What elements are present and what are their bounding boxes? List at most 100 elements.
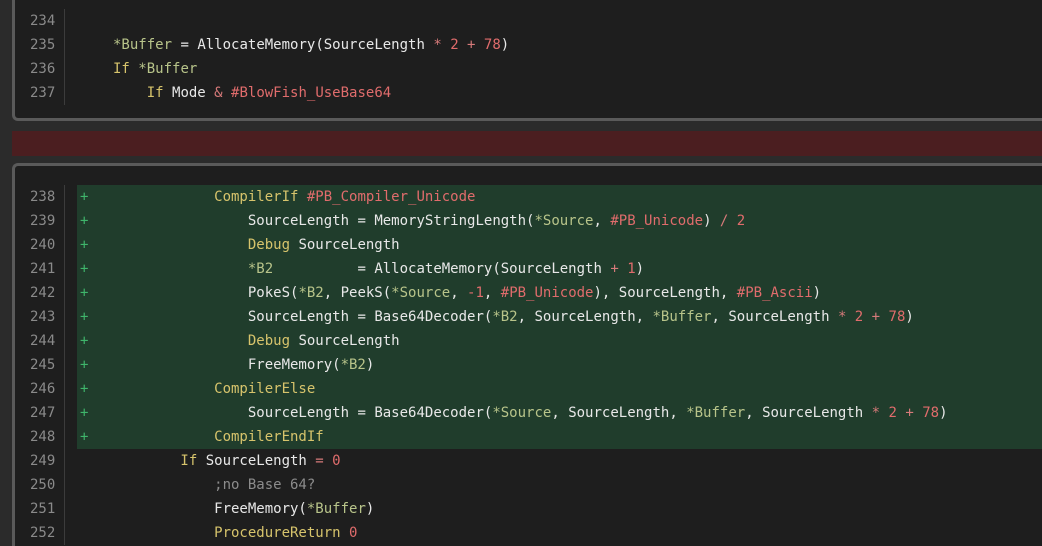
line-number: 235	[15, 33, 65, 57]
code-token: *B2	[340, 357, 366, 373]
code-token: -1	[467, 285, 484, 301]
code-line[interactable]: 234	[15, 9, 1042, 33]
code-token: , PeekS(	[323, 285, 392, 301]
code-token: If	[113, 61, 139, 77]
code-token: SourceLength	[323, 37, 434, 53]
code-token: FreeMemory(	[113, 357, 341, 373]
code-token: Base64Decoder(	[374, 309, 493, 325]
code-token: ), SourceLength,	[593, 285, 737, 301]
line-code: FreeMemory(*B2)	[113, 353, 374, 377]
code-token: ProcedureReturn	[113, 525, 350, 541]
code-line[interactable]: 243 + SourceLength = Base64Decoder(*B2, S…	[15, 305, 1042, 329]
code-token: AllocateMemory(	[197, 37, 324, 53]
code-token: SourceLength	[113, 213, 350, 229]
context-line: FreeMemory(*Buffer)	[77, 497, 1042, 521]
code-line[interactable]: 240 + Debug SourceLength	[15, 233, 1042, 257]
diff-hunk-bottom: 238 + CompilerIf #PB_Compiler_Unicode 239 +…	[12, 163, 1042, 546]
added-line-highlight: + Debug SourceLength	[77, 233, 1042, 257]
code-line[interactable]: 239 + SourceLength = MemoryStringLength(*…	[15, 209, 1042, 233]
code-token: #PB_Unicode	[610, 213, 704, 229]
line-code: Debug SourceLength	[113, 329, 400, 353]
code-token: )	[365, 357, 375, 373]
code-token: *Buffer	[652, 309, 712, 325]
removed-line[interactable]: - SourceLength = Base64Decoder(*Source, …	[12, 131, 1042, 201]
code-token: =	[349, 405, 375, 421]
line-code: If *Buffer	[113, 57, 197, 81]
line-code: CompilerIf #PB_Compiler_Unicode	[113, 185, 475, 209]
code-line[interactable]: 250 ;no Base 64?	[15, 473, 1042, 497]
code-token: , SourceLength,	[517, 309, 653, 325]
code-token: *	[433, 37, 451, 53]
added-line-highlight: + CompilerElse	[77, 377, 1042, 401]
code-token: #BlowFish_UseBase64	[231, 85, 392, 101]
code-token: *B2	[492, 309, 518, 325]
line-code: If SourceLength = 0	[113, 449, 340, 473]
code-token: , SourceLength,	[551, 405, 687, 421]
code-line[interactable]: 242 + PokeS(*B2, PeekS(*Source, -1, #PB_U…	[15, 281, 1042, 305]
code-token: 78	[888, 309, 906, 325]
code-token: =	[315, 453, 333, 469]
added-marker: +	[80, 285, 89, 301]
code-token: =	[349, 309, 375, 325]
code-token: )	[365, 501, 375, 517]
added-line-highlight: + SourceLength = MemoryStringLength(*Sou…	[77, 209, 1042, 233]
code-token: CompilerElse	[113, 381, 316, 397]
line-number: 246	[15, 377, 65, 401]
line-code: *Buffer = AllocateMemory(SourceLength * …	[113, 33, 509, 57]
code-token: #PB_Ascii	[736, 285, 813, 301]
code-line[interactable]: 245 + FreeMemory(*B2)	[15, 353, 1042, 377]
code-line[interactable]: 237 If Mode & #BlowFish_UseBase64	[15, 81, 1042, 105]
code-token: ,	[483, 285, 501, 301]
line-number: 236	[15, 57, 65, 81]
added-marker: +	[80, 381, 89, 397]
added-marker: +	[80, 357, 89, 373]
code-token: )	[635, 261, 645, 277]
added-line-highlight: + *B2 = AllocateMemory(SourceLength + 1)	[77, 257, 1042, 281]
added-marker: +	[80, 405, 89, 421]
code-line[interactable]: 238 + CompilerIf #PB_Compiler_Unicode	[15, 185, 1042, 209]
code-token: Debug	[113, 237, 299, 253]
code-token: , SourceLength	[745, 405, 872, 421]
code-token: +	[871, 309, 889, 325]
line-number: 241	[15, 257, 65, 281]
code-line[interactable]: 235 *Buffer = AllocateMemory(SourceLength…	[15, 33, 1042, 57]
code-token: )	[500, 37, 510, 53]
code-line[interactable]: 244 + Debug SourceLength	[15, 329, 1042, 353]
code-token: If	[113, 453, 206, 469]
code-token: *Buffer	[306, 501, 366, 517]
code-token: *Buffer	[686, 405, 746, 421]
line-code: SourceLength = MemoryStringLength(*Sourc…	[113, 209, 745, 233]
added-line-highlight: + FreeMemory(*B2)	[77, 353, 1042, 377]
code-line[interactable]: 247 + SourceLength = Base64Decoder(*Sourc…	[15, 401, 1042, 425]
line-code: SourceLength = Base64Decoder(*B2, Source…	[113, 305, 914, 329]
code-token: *B2	[298, 285, 324, 301]
added-line-highlight: + Debug SourceLength	[77, 329, 1042, 353]
code-token: MemoryStringLength(	[374, 213, 535, 229]
code-token: *	[837, 309, 855, 325]
code-token: &	[214, 85, 232, 101]
code-token: /	[719, 213, 737, 229]
line-number: 234	[15, 9, 65, 33]
code-token: #PB_Unicode	[500, 285, 594, 301]
code-token: Debug	[113, 333, 299, 349]
code-token: Mode	[172, 85, 215, 101]
code-line[interactable]: 252 ProcedureReturn 0	[15, 521, 1042, 545]
code-line[interactable]: 251 FreeMemory(*Buffer)	[15, 497, 1042, 521]
code-token: 2	[888, 405, 906, 421]
code-token: =	[273, 261, 375, 277]
added-marker: +	[80, 261, 89, 277]
code-line[interactable]: 236 If *Buffer	[15, 57, 1042, 81]
line-code: If Mode & #BlowFish_UseBase64	[113, 81, 391, 105]
line-code: FreeMemory(*Buffer)	[113, 497, 374, 521]
code-line[interactable]: 241 + *B2 = AllocateMemory(SourceLength +…	[15, 257, 1042, 281]
line-number: 237	[15, 81, 65, 105]
code-token: ;no Base 64?	[113, 477, 316, 493]
code-line[interactable]: 246 + CompilerElse	[15, 377, 1042, 401]
code-line[interactable]: 249 If SourceLength = 0	[15, 449, 1042, 473]
code-line[interactable]: 248 + CompilerEndIf	[15, 425, 1042, 449]
diff-hunk-top: 234 235 *Buffer = AllocateMemory(SourceLen…	[12, 0, 1042, 121]
code-token: =	[349, 213, 375, 229]
line-number: 243	[15, 305, 65, 329]
code-token: SourceLength	[205, 453, 316, 469]
code-token: *	[871, 405, 889, 421]
